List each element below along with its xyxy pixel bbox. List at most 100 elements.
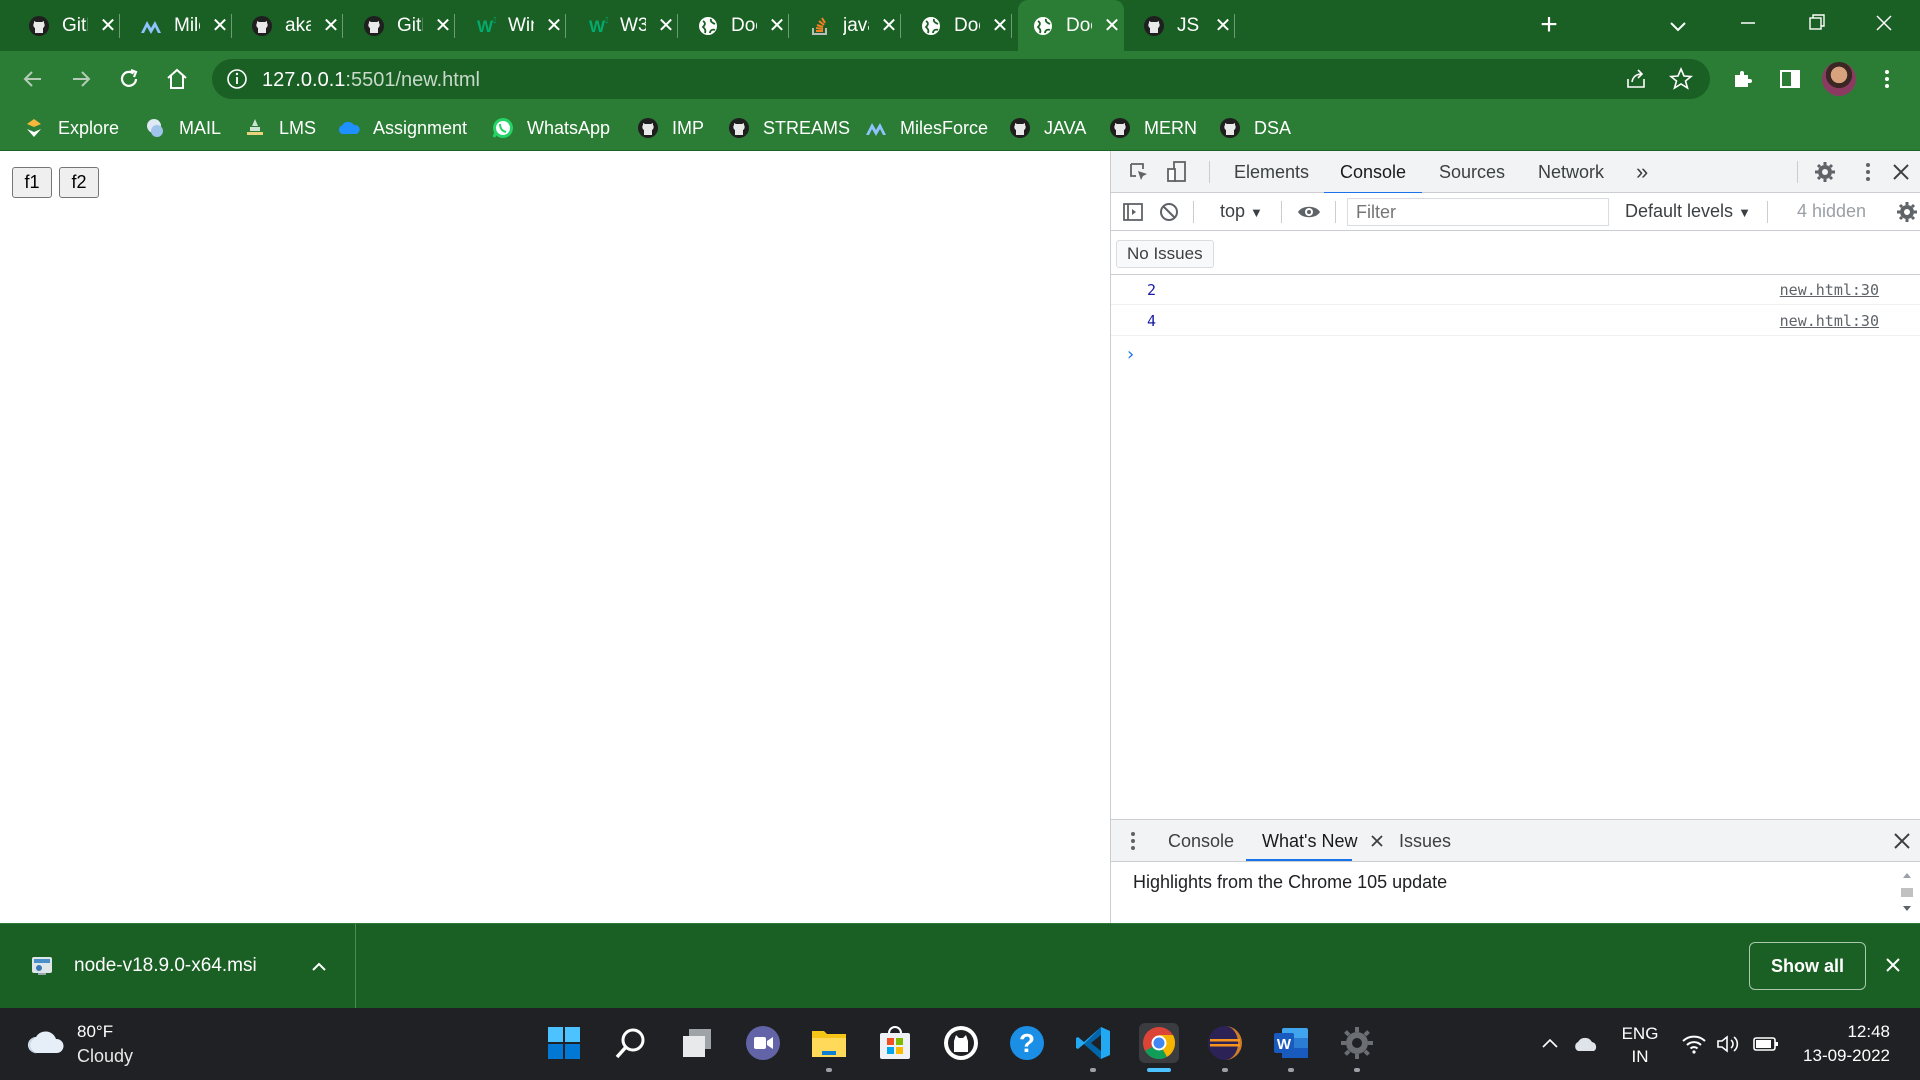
device-toolbar-icon[interactable]	[1163, 158, 1191, 186]
log-source-link[interactable]: new.html:30	[1780, 281, 1879, 299]
chrome-menu-button[interactable]	[1872, 64, 1902, 94]
url-text[interactable]: 127.0.0.1:5501/new.html	[262, 69, 480, 92]
share-icon[interactable]	[1624, 67, 1648, 91]
language-indicator[interactable]: ENG	[1620, 1024, 1660, 1044]
close-tab-icon[interactable]	[1363, 827, 1391, 855]
close-tab-icon[interactable]: ✕	[208, 14, 232, 38]
browser-tab[interactable]: Document ✕	[683, 0, 789, 51]
volume-icon[interactable]	[1714, 1030, 1742, 1058]
tab-search-icon[interactable]	[1664, 12, 1692, 40]
close-tab-icon[interactable]: ✕	[988, 14, 1012, 38]
drawer-tab-issues[interactable]: Issues	[1399, 820, 1451, 862]
browser-tab[interactable]: javascript ✕	[795, 0, 901, 51]
close-tab-icon[interactable]: ✕	[542, 14, 566, 38]
no-issues-button[interactable]: No Issues	[1116, 240, 1214, 268]
close-tab-icon[interactable]: ✕	[1100, 14, 1124, 38]
search-icon[interactable]	[611, 1023, 651, 1063]
bookmark-mail[interactable]: MAIL	[143, 114, 221, 142]
settings-icon[interactable]	[1337, 1023, 1377, 1063]
drawer-tab-console[interactable]: Console	[1168, 820, 1234, 862]
minimize-icon[interactable]	[1730, 8, 1766, 38]
tab-sources[interactable]: Sources	[1437, 151, 1507, 193]
bookmark-assignment[interactable]: Assignment	[337, 114, 467, 142]
browser-tab[interactable]: GitHub ✕	[349, 0, 455, 51]
teams-chat-icon[interactable]	[743, 1023, 783, 1063]
close-tab-icon[interactable]: ✕	[319, 14, 343, 38]
github-desktop-icon[interactable]	[941, 1023, 981, 1063]
show-sidebar-icon[interactable]	[1119, 198, 1147, 226]
devtools-more-icon[interactable]	[1854, 158, 1882, 186]
browser-tab[interactable]: JS - Lecture ✕	[1129, 0, 1235, 51]
tab-console[interactable]: Console	[1323, 151, 1423, 194]
address-bar[interactable]: 127.0.0.1:5501/new.html	[212, 59, 1710, 99]
bookmark-lms[interactable]: LMS	[243, 114, 316, 142]
new-tab-button[interactable]: +	[1534, 10, 1564, 40]
close-tab-icon[interactable]: ✕	[765, 14, 789, 38]
profile-avatar[interactable]	[1822, 62, 1856, 96]
reload-button[interactable]	[113, 63, 145, 95]
bookmark-java[interactable]: JAVA	[1008, 114, 1086, 142]
console-settings-icon[interactable]	[1893, 198, 1920, 226]
clock-date[interactable]: 13-09-2022	[1780, 1046, 1890, 1066]
close-window-icon[interactable]	[1866, 8, 1902, 38]
bookmark-streams[interactable]: STREAMS	[727, 114, 850, 142]
close-tab-icon[interactable]: ✕	[431, 14, 455, 38]
bookmark-whatsapp[interactable]: WhatsApp	[491, 114, 610, 142]
clock-time[interactable]: 12:48	[1790, 1022, 1890, 1042]
close-tab-icon[interactable]: ✕	[654, 14, 678, 38]
browser-tab[interactable]: GitHub ✕	[14, 0, 120, 51]
more-tabs-icon[interactable]: »	[1634, 151, 1650, 193]
f2-button[interactable]: f2	[59, 167, 99, 198]
close-devtools-icon[interactable]	[1887, 158, 1915, 186]
keyboard-region[interactable]: IN	[1620, 1047, 1660, 1067]
extensions-button[interactable]	[1728, 64, 1758, 94]
task-view-icon[interactable]	[677, 1023, 717, 1063]
drawer-tab-whats-new[interactable]: What's New	[1262, 820, 1357, 862]
browser-tab[interactable]: Document ✕	[906, 0, 1012, 51]
restore-icon[interactable]	[1798, 8, 1834, 38]
tab-network[interactable]: Network	[1536, 151, 1606, 193]
bookmark-explore[interactable]: Explore	[22, 114, 119, 142]
log-source-link[interactable]: new.html:30	[1780, 312, 1879, 330]
help-icon[interactable]: ?	[1007, 1023, 1047, 1063]
bookmark-milesforce[interactable]: MilesForce	[864, 114, 988, 142]
chevron-up-icon[interactable]	[308, 956, 330, 978]
weather-description[interactable]: Cloudy	[77, 1046, 133, 1067]
file-explorer-icon[interactable]	[809, 1023, 849, 1063]
drawer-menu-icon[interactable]	[1119, 827, 1147, 855]
download-item[interactable]: node-v18.9.0-x64.msi	[0, 924, 356, 1009]
browser-tab[interactable]: Document ✕	[1018, 0, 1124, 51]
show-hidden-icons-chevron-icon[interactable]	[1536, 1030, 1564, 1058]
scrollbar[interactable]	[1899, 868, 1915, 916]
tab-elements[interactable]: Elements	[1232, 151, 1311, 193]
microsoft-store-icon[interactable]	[875, 1023, 915, 1063]
browser-tab[interactable]: W3 W3Schools ✕	[572, 0, 678, 51]
browser-tab[interactable]: akash ✕	[237, 0, 343, 51]
f1-button[interactable]: f1	[12, 167, 52, 198]
eclipse-icon[interactable]	[1205, 1023, 1245, 1063]
windows-start-icon[interactable]	[544, 1023, 584, 1063]
whats-new-highlights[interactable]: Highlights from the Chrome 105 update	[1133, 872, 1447, 893]
chrome-icon[interactable]	[1139, 1023, 1179, 1063]
vscode-icon[interactable]	[1073, 1023, 1113, 1063]
close-tab-icon[interactable]: ✕	[877, 14, 901, 38]
live-expression-eye-icon[interactable]	[1295, 198, 1323, 226]
inspect-element-icon[interactable]	[1125, 158, 1153, 186]
browser-tab[interactable]: MilesForce ✕	[126, 0, 232, 51]
browser-tab[interactable]: W3 Windows ✕	[460, 0, 566, 51]
close-drawer-icon[interactable]	[1888, 827, 1916, 855]
close-shelf-icon[interactable]	[1880, 952, 1906, 978]
console-filter-input[interactable]	[1347, 198, 1609, 226]
cloud-icon[interactable]	[26, 1026, 66, 1058]
weather-temperature[interactable]: 80°F	[77, 1022, 113, 1042]
home-button[interactable]	[161, 63, 193, 95]
bookmark-imp[interactable]: IMP	[636, 114, 704, 142]
console-prompt[interactable]: ›	[1125, 344, 1136, 365]
bookmark-dsa[interactable]: DSA	[1218, 114, 1291, 142]
forward-button[interactable]	[65, 63, 97, 95]
side-panel-button[interactable]	[1775, 64, 1805, 94]
back-button[interactable]	[17, 63, 49, 95]
bookmark-mern[interactable]: MERN	[1108, 114, 1197, 142]
onedrive-icon[interactable]	[1572, 1030, 1600, 1058]
devtools-settings-icon[interactable]	[1811, 158, 1839, 186]
